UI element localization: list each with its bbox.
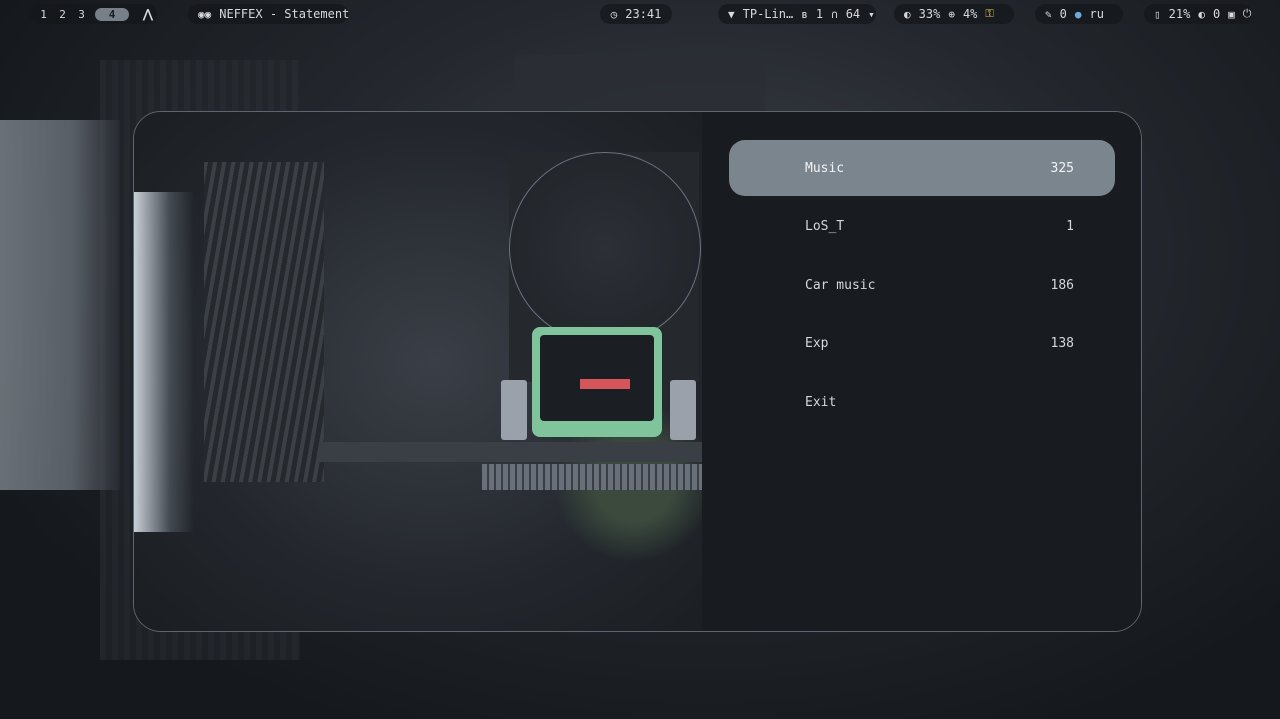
network-widget: ▼ TP-Lin… ʙ 1 ∩ 64 ▾ [718,4,876,24]
preview-shelf [204,162,324,482]
menu-item-count: 138 [1050,335,1074,351]
clock-time: 23:41 [625,7,662,21]
bell-icon[interactable]: ✎ [1045,8,1052,21]
playlist-launcher: Music 325 LoS_T 1 Car music 186 Exp 138 … [133,111,1142,632]
power-icon[interactable]: ⏻ [1243,7,1252,21]
system-widget: ◐ 33% ⊕ 4% ⚿ [894,4,1014,24]
workspaces: 1 2 3 4 ⋀ [30,4,157,24]
menu-item-car-music[interactable]: Car music 186 [729,257,1115,313]
notification-count: 0 [1059,7,1067,21]
playlist-menu: Music 325 LoS_T 1 Car music 186 Exp 138 … [702,112,1141,631]
cpu-usage: 4% [962,7,978,21]
menu-item-lost[interactable]: LoS_T 1 [729,198,1115,254]
battery-widget: ▯ 21% ◐ 0 ▣ ⏻ [1144,4,1252,24]
menu-item-count: 186 [1050,277,1074,293]
menu-item-exit[interactable]: Exit [729,374,1115,430]
clipboard-icon[interactable]: ▣ [1228,8,1235,21]
bluetooth-icon[interactable]: ʙ [801,8,808,21]
clock-icon: ◷ [610,7,618,21]
menu-item-exp[interactable]: Exp 138 [729,315,1115,371]
menu-item-name: LoS_T [805,218,845,234]
microphone-icon[interactable]: ▾ [868,8,875,21]
workspace-2[interactable]: 2 [53,8,72,21]
preview-starmap [509,152,701,344]
headphones-icon[interactable]: ∩ [831,8,838,21]
preview-speaker-right [670,380,696,440]
bluetooth-count: 1 [815,7,824,21]
arch-icon[interactable]: ⋀ [143,7,153,21]
media-widget[interactable]: ◉◉ NEFFEX - Statement [188,4,350,24]
battery-level: 21% [1168,7,1191,21]
globe-icon[interactable]: ● [1075,8,1082,21]
preview-monitor [532,327,662,437]
workspace-3[interactable]: 3 [72,8,91,21]
wallpaper-poster [515,55,765,115]
menu-item-music[interactable]: Music 325 [729,140,1115,196]
clock-widget[interactable]: ◷ 23:41 [600,4,672,24]
cpu-icon[interactable]: ⊕ [948,8,955,21]
preview-image [134,112,702,631]
battery-icon: ▯ [1154,7,1161,21]
wifi-icon[interactable]: ▼ [728,8,735,21]
wifi-label[interactable]: TP-Lin… [743,7,794,21]
volume-level: 64 [845,7,861,21]
preview-speaker-left [501,380,527,440]
idle-count: 0 [1212,7,1221,21]
menu-item-name: Music [805,160,845,176]
preview-monitor-screen [540,335,654,421]
menu-item-count: 325 [1050,160,1074,176]
menu-item-name: Exp [805,335,829,351]
keyboard-layout[interactable]: ru [1089,7,1103,21]
brightness-level: 33% [918,7,941,21]
media-title: NEFFEX - Statement [219,7,350,21]
preview-signal-badge [580,379,630,389]
spotify-icon: ◉◉ [198,7,212,21]
workspace-4-active[interactable]: 4 [95,7,129,21]
menu-item-name: Car music [805,277,876,293]
wallpaper-window [0,120,120,490]
preview-desk [319,442,702,462]
key-icon[interactable]: ⚿ [985,7,993,21]
lang-widget: ✎ 0 ● ru [1035,4,1123,24]
brightness-icon[interactable]: ◐ [904,8,911,21]
workspace-1[interactable]: 1 [34,8,53,21]
preview-window-glow [134,192,194,532]
menu-item-name: Exit [805,394,837,410]
moon-icon[interactable]: ◐ [1198,8,1205,21]
menu-item-count: 1 [1066,218,1074,234]
top-bar: 1 2 3 4 ⋀ ◉◉ NEFFEX - Statement ◷ 23:41 … [0,0,1280,28]
preview-keyboard [482,464,702,490]
